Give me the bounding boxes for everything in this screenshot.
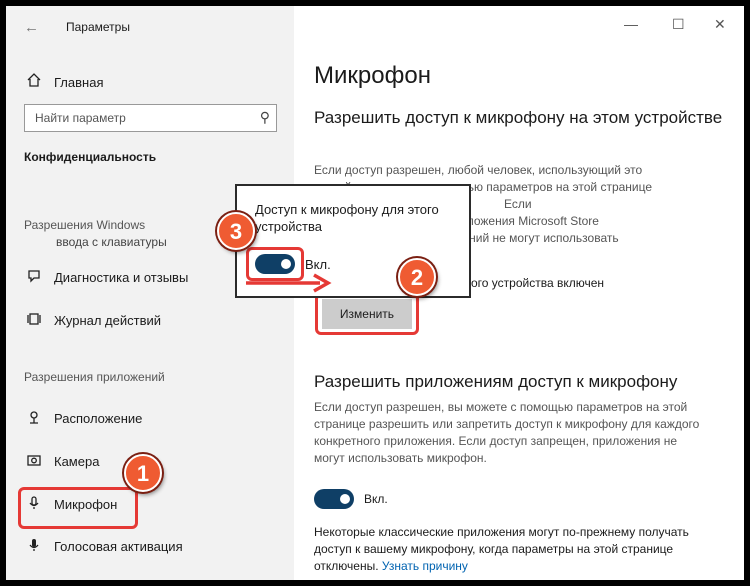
device-status-text: ого устройства включен	[471, 276, 605, 290]
sidebar-item-location[interactable]: Расположение	[24, 405, 284, 431]
search-placeholder: Найти параметр	[35, 111, 126, 125]
search-input[interactable]: Найти параметр ⚲	[24, 104, 277, 132]
device-access-heading: Разрешить доступ к микрофону на этом уст…	[314, 108, 723, 127]
location-icon	[24, 409, 44, 428]
popup-text: Доступ к микрофону для этого устройства	[255, 202, 439, 234]
sidebar-item-home[interactable]: Главная	[24, 68, 284, 96]
settings-window: ← Параметры Главная Найти параметр ⚲ Кон…	[6, 6, 744, 580]
activity-history-icon	[24, 311, 44, 330]
apps-access-toggle-label: Вкл.	[364, 492, 388, 506]
camera-icon	[24, 452, 44, 471]
page-title: Микрофон	[314, 62, 431, 89]
apps-access-description: Если доступ разрешен, вы можете с помощь…	[314, 399, 734, 467]
sidebar-item-activity[interactable]: Журнал действий	[24, 307, 284, 333]
learn-more-link[interactable]: Узнать причину	[382, 559, 468, 573]
section-title: Конфиденциальность	[24, 150, 157, 164]
feedback-icon	[24, 268, 44, 287]
sidebar-item-voice-activation[interactable]: Голосовая активация	[24, 533, 284, 559]
maximize-button[interactable]: ☐	[672, 16, 685, 33]
apps-access-toggle[interactable]	[314, 489, 354, 509]
search-icon[interactable]: ⚲	[260, 109, 270, 126]
para-line: могут использовать микрофон.	[314, 451, 487, 465]
step-badge-1: 1	[124, 454, 162, 492]
back-arrow-icon[interactable]: ←	[24, 18, 44, 38]
change-button-highlight	[315, 293, 419, 335]
step-badge-2: 2	[398, 258, 436, 296]
step-badge-3: 3	[217, 212, 255, 250]
microphone-highlight	[18, 487, 138, 529]
toggle-knob	[340, 494, 350, 504]
apps-access-heading: Разрешить приложениям доступ к микрофону	[314, 372, 678, 391]
para-line: странице разрешить или запретить доступ …	[314, 417, 700, 431]
sidebar-item-partial[interactable]: ввода с клавиатуры	[56, 239, 167, 251]
sidebar-item-label: Главная	[54, 74, 104, 90]
para-line: Если доступ разрешен, вы можете с помощь…	[314, 400, 688, 414]
close-button[interactable]: ✕	[714, 16, 726, 33]
home-icon	[24, 72, 44, 92]
sidebar-item-label: Расположение	[54, 410, 143, 426]
classic-apps-note: Некоторые классические приложения могут …	[314, 524, 734, 575]
para-line: Некоторые классические приложения могут …	[314, 525, 689, 539]
apps-access-toggle-row: Вкл.	[314, 489, 388, 509]
sidebar-item-label: Журнал действий	[54, 312, 162, 328]
para-line: отключены. Узнать причину	[314, 558, 734, 575]
minimize-button[interactable]: —	[624, 16, 638, 32]
para-line: Если доступ разрешен, любой человек, исп…	[314, 163, 643, 177]
group-header-apps: Разрешения приложений	[24, 370, 165, 384]
para-text: отключены.	[314, 559, 379, 573]
voice-activation-icon	[24, 537, 44, 556]
group-header-windows: Разрешения Windows	[24, 218, 146, 232]
sidebar-item-label: Голосовая активация	[54, 538, 183, 554]
pointer-arrow-icon	[246, 273, 332, 293]
para-line: доступ к вашему микрофону, когда парамет…	[314, 542, 674, 556]
sidebar-item-label: Диагностика и отзывы	[54, 269, 189, 285]
sidebar-item-label: Камера	[54, 453, 100, 469]
para-line: конкретного приложения. Если доступ запр…	[314, 434, 678, 448]
app-title: Параметры	[66, 20, 130, 34]
popup-toggle-label: Вкл.	[305, 256, 331, 272]
